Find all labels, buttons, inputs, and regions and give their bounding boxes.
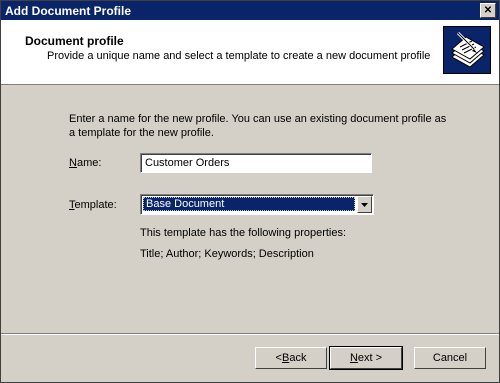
wizard-header: Document profile Provide a unique name a… bbox=[1, 20, 499, 85]
properties-intro: This template has the following properti… bbox=[140, 227, 347, 239]
template-dropdown[interactable]: Base Document bbox=[140, 194, 374, 215]
template-selected-value: Base Document bbox=[143, 197, 355, 211]
header-subtitle: Provide a unique name and select a templ… bbox=[47, 50, 431, 62]
header-title: Document profile bbox=[25, 34, 124, 48]
close-icon: ✕ bbox=[483, 4, 493, 16]
window-title: Add Document Profile bbox=[5, 4, 132, 18]
instructions-text: Enter a name for the new profile. You ca… bbox=[69, 113, 447, 139]
name-label: Name: bbox=[69, 157, 102, 169]
next-button[interactable]: Next > bbox=[329, 346, 403, 370]
footer-divider bbox=[1, 333, 499, 335]
cancel-button[interactable]: Cancel bbox=[414, 347, 486, 369]
template-label: Template: bbox=[69, 199, 117, 211]
dropdown-arrow-button[interactable] bbox=[357, 196, 372, 213]
title-bar[interactable]: Add Document Profile ✕ bbox=[1, 1, 499, 20]
dialog-window: Add Document Profile ✕ Document profile … bbox=[0, 0, 500, 383]
properties-list: Title; Author; Keywords; Description bbox=[140, 248, 314, 260]
name-field[interactable]: Customer Orders bbox=[140, 153, 372, 173]
chevron-down-icon bbox=[361, 202, 368, 207]
back-button[interactable]: < Back bbox=[255, 347, 327, 369]
name-field-value: Customer Orders bbox=[145, 157, 230, 169]
document-profile-icon bbox=[443, 26, 491, 74]
close-button[interactable]: ✕ bbox=[480, 3, 496, 18]
